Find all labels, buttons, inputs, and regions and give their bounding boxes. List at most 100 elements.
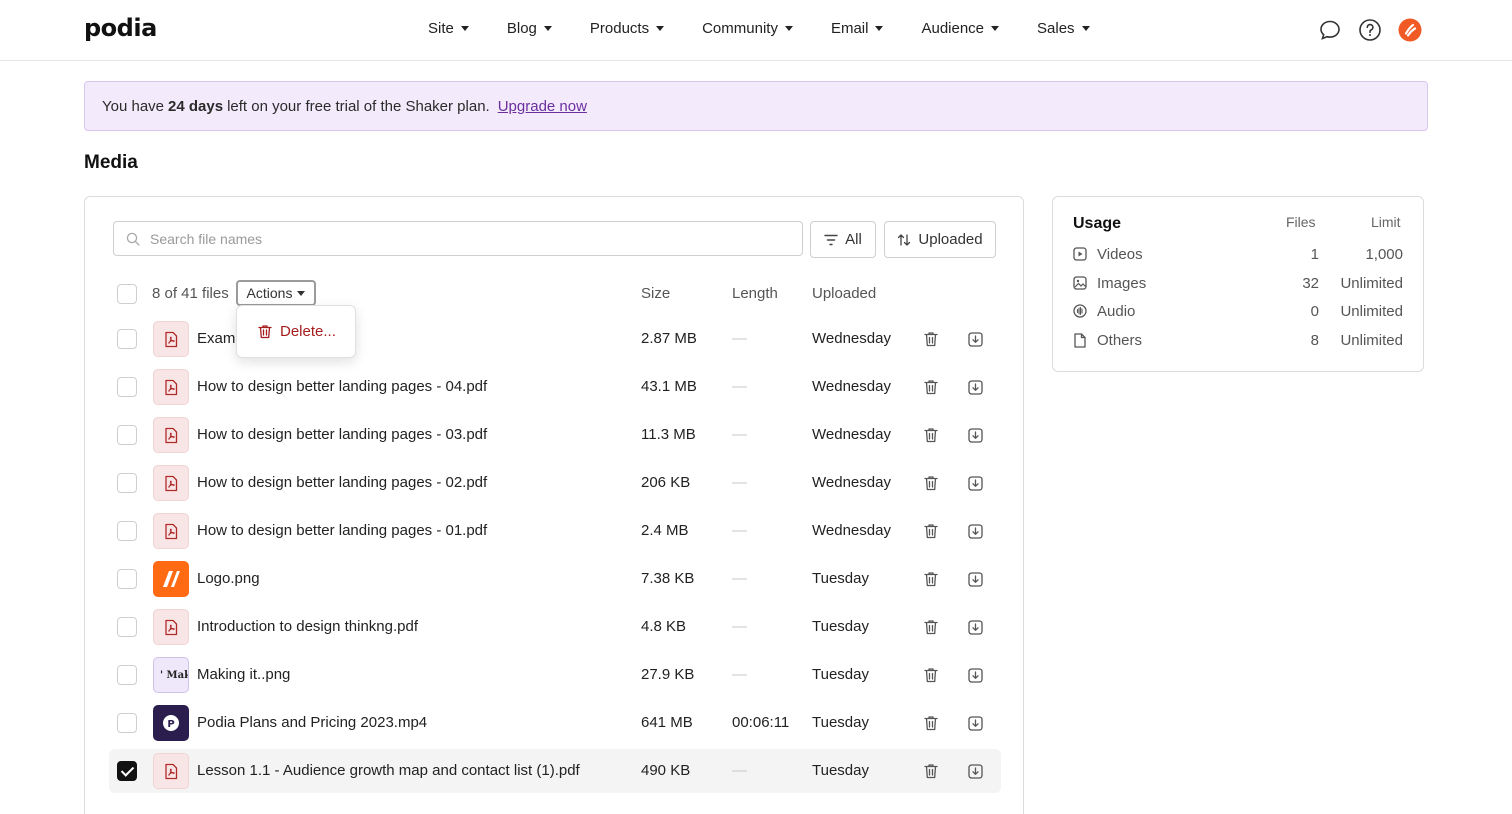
column-size[interactable]: Size — [641, 285, 670, 302]
column-uploaded[interactable]: Uploaded — [812, 285, 876, 302]
file-uploaded: Wednesday — [812, 378, 891, 395]
search-box[interactable] — [113, 221, 803, 256]
banner-suffix: left on your free trial of the Shaker pl… — [227, 97, 490, 115]
actions-dropdown-button[interactable]: Actions — [236, 280, 316, 306]
help-icon[interactable] — [1358, 18, 1382, 42]
search-input[interactable] — [150, 230, 750, 247]
file-name[interactable]: Logo.png — [197, 570, 260, 587]
download-file-icon[interactable] — [965, 761, 985, 781]
usage-col-limit: Limit — [1371, 214, 1401, 230]
file-name[interactable]: Podia Plans and Pricing 2023.mp4 — [197, 714, 427, 731]
row-checkbox[interactable] — [117, 617, 137, 637]
file-uploaded: Wednesday — [812, 474, 891, 491]
nav-blog-label: Blog — [506, 20, 537, 37]
delete-menu-item[interactable]: Delete... — [236, 305, 356, 358]
delete-file-icon[interactable] — [921, 569, 941, 589]
caret-down-icon — [991, 26, 1000, 31]
file-row[interactable]: Introduction to design thinkng.pdf 4.8 KB… — [109, 605, 1001, 649]
file-name[interactable]: Making it..png — [197, 666, 290, 683]
file-size: 43.1 MB — [641, 378, 697, 395]
row-checkbox[interactable] — [117, 377, 137, 397]
nav-site-label: Site — [428, 20, 454, 37]
download-file-icon[interactable] — [965, 377, 985, 397]
column-length[interactable]: Length — [732, 285, 778, 302]
delete-file-icon[interactable] — [921, 521, 941, 541]
nav-email-label: Email — [830, 20, 869, 37]
file-name[interactable]: How to design better landing pages - 03.… — [197, 426, 487, 443]
caret-down-icon — [875, 26, 884, 31]
caret-down-icon — [656, 26, 665, 31]
delete-file-icon[interactable] — [921, 617, 941, 637]
delete-file-icon[interactable] — [921, 665, 941, 685]
delete-file-icon[interactable] — [921, 713, 941, 733]
banner-days: 24 days — [168, 97, 224, 115]
row-checkbox[interactable] — [117, 521, 137, 541]
file-row[interactable]: ' Makin Making it..png 27.9 KB — Tuesday — [109, 653, 1001, 697]
file-size: 641 MB — [641, 714, 693, 731]
file-row[interactable]: P Podia Plans and Pricing 2023.mp4 641 MB 0… — [109, 701, 1001, 745]
thumbnail-text: ' Makin — [160, 669, 188, 681]
sort-button[interactable]: Uploaded — [884, 221, 996, 258]
delete-file-icon[interactable] — [921, 425, 941, 445]
download-file-icon[interactable] — [965, 617, 985, 637]
file-length: — — [732, 474, 747, 491]
filter-label: All — [845, 231, 862, 248]
file-length: — — [732, 426, 747, 443]
delete-label: Delete... — [280, 323, 336, 340]
podia-logo[interactable]: podia — [84, 14, 157, 42]
file-row[interactable]: How to design better landing pages - 01.… — [109, 509, 1001, 553]
nav-sales-label: Sales — [1037, 20, 1075, 37]
delete-file-icon[interactable] — [921, 377, 941, 397]
file-row[interactable]: Lesson 1.1 - Audience growth map and con… — [109, 749, 1001, 793]
file-name[interactable]: How to design better landing pages - 01.… — [197, 522, 487, 539]
row-checkbox[interactable] — [117, 329, 137, 349]
filter-button[interactable]: All — [810, 221, 876, 258]
usage-label: Videos — [1097, 246, 1143, 263]
file-row[interactable]: How to design better landing pages - 03.… — [109, 413, 1001, 457]
nav-site[interactable]: Site — [428, 20, 469, 37]
row-checkbox[interactable] — [117, 569, 137, 589]
chat-icon[interactable] — [1318, 18, 1342, 42]
download-file-icon[interactable] — [965, 473, 985, 493]
pdf-file-icon — [153, 609, 189, 645]
file-name[interactable]: How to design better landing pages - 02.… — [197, 474, 487, 491]
nav-email[interactable]: Email — [831, 20, 884, 37]
row-checkbox[interactable] — [117, 665, 137, 685]
video-thumbnail: P — [153, 705, 189, 741]
file-name[interactable]: Introduction to design thinkng.pdf — [197, 618, 418, 635]
download-file-icon[interactable] — [965, 665, 985, 685]
nav-sales[interactable]: Sales — [1037, 20, 1090, 37]
file-uploaded: Wednesday — [812, 522, 891, 539]
file-row[interactable]: How to design better landing pages - 04.… — [109, 365, 1001, 409]
download-file-icon[interactable] — [965, 713, 985, 733]
delete-file-icon[interactable] — [921, 761, 941, 781]
file-length: — — [732, 618, 747, 635]
select-all-checkbox[interactable] — [117, 284, 137, 304]
download-file-icon[interactable] — [965, 329, 985, 349]
media-panel: All Uploaded 8 of 41 files Actions Size … — [84, 196, 1024, 814]
row-checkbox[interactable] — [117, 713, 137, 733]
row-checkbox[interactable] — [117, 473, 137, 493]
caret-down-icon — [1081, 26, 1090, 31]
file-name[interactable]: How to design better landing pages - 04.… — [197, 378, 487, 395]
file-length: — — [732, 522, 747, 539]
search-icon — [126, 232, 140, 246]
download-file-icon[interactable] — [965, 425, 985, 445]
nav-products[interactable]: Products — [590, 20, 665, 37]
file-size: 27.9 KB — [641, 666, 695, 683]
nav-audience[interactable]: Audience — [921, 20, 1000, 37]
delete-file-icon[interactable] — [921, 329, 941, 349]
nav-community[interactable]: Community — [702, 20, 793, 37]
row-checkbox[interactable] — [117, 761, 137, 781]
file-name[interactable]: Lesson 1.1 - Audience growth map and con… — [197, 762, 580, 779]
file-size: 4.8 KB — [641, 618, 687, 635]
download-file-icon[interactable] — [965, 569, 985, 589]
upgrade-now-link[interactable]: Upgrade now — [498, 98, 587, 115]
delete-file-icon[interactable] — [921, 473, 941, 493]
download-file-icon[interactable] — [965, 521, 985, 541]
file-row[interactable]: How to design better landing pages - 02.… — [109, 461, 1001, 505]
file-row[interactable]: Logo.png 7.38 KB — Tuesday — [109, 557, 1001, 601]
nav-blog[interactable]: Blog — [507, 20, 552, 37]
account-avatar[interactable] — [1398, 18, 1422, 42]
row-checkbox[interactable] — [117, 425, 137, 445]
